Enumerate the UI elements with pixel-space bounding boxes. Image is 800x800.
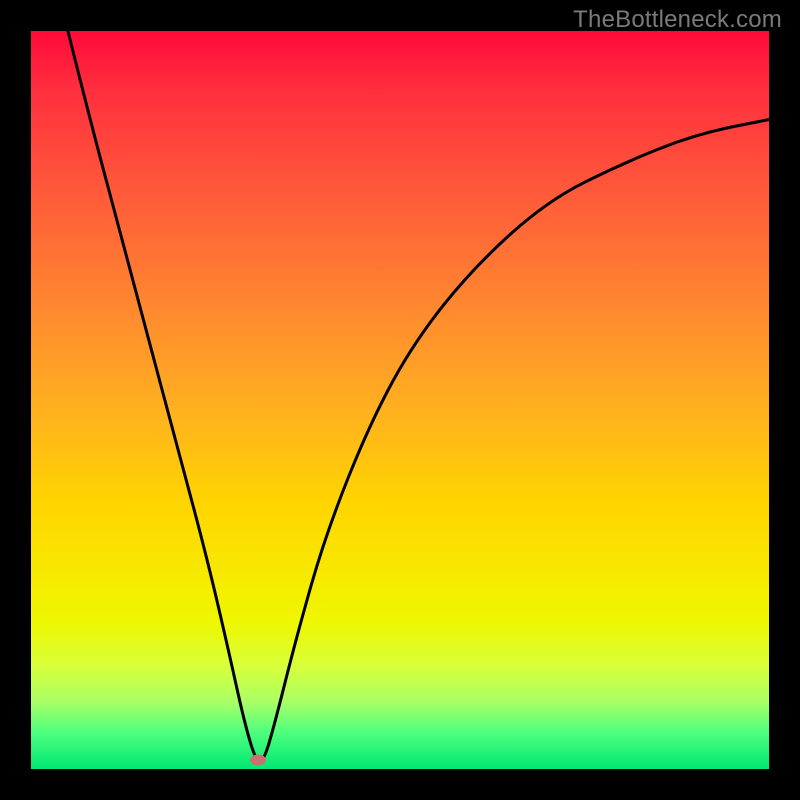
plot-area [31, 31, 769, 769]
chart-frame: TheBottleneck.com [0, 0, 800, 800]
watermark-text: TheBottleneck.com [573, 6, 782, 34]
bottleneck-curve-path [68, 31, 769, 762]
curve-svg [31, 31, 769, 769]
minimum-marker [250, 755, 266, 766]
